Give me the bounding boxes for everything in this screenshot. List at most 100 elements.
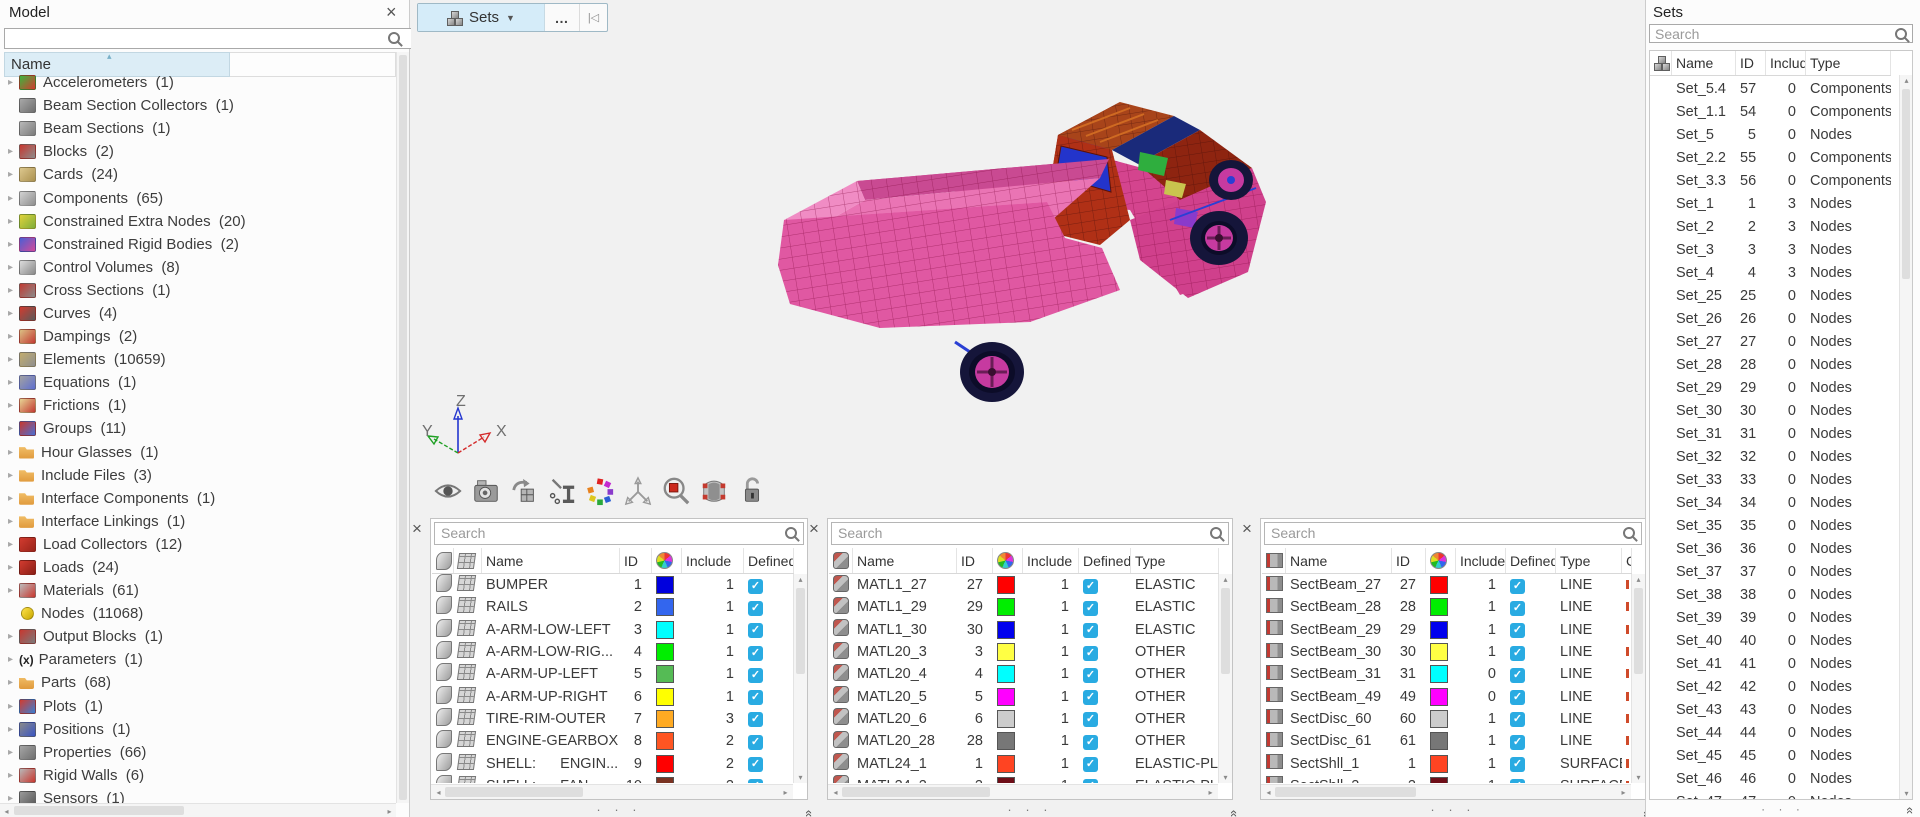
set-row[interactable]: Set_26260Nodes [1650, 307, 1891, 330]
set-row[interactable]: Set_31310Nodes [1650, 422, 1891, 445]
table-header[interactable]: NameIDIncludeDefined [432, 548, 794, 574]
checkbox-checked-icon[interactable]: ✓ [1083, 712, 1098, 727]
table-row[interactable]: SectBeam_27271✓LINE [1262, 574, 1632, 596]
expand-arrow-icon[interactable]: ▸ [2, 377, 19, 388]
expand-arrow-icon[interactable]: ▸ [2, 308, 19, 319]
expand-arrow-icon[interactable]: ▸ [2, 539, 19, 550]
set-row[interactable]: Set_38380Nodes [1650, 583, 1891, 606]
checkbox-checked-icon[interactable]: ✓ [1510, 646, 1525, 661]
model-search-input[interactable] [4, 28, 413, 49]
color-swatch[interactable] [1430, 643, 1448, 661]
table-vertical-scrollbar[interactable]: ▴▾ [1631, 574, 1645, 783]
set-row[interactable]: Set_3.3560Components [1650, 169, 1891, 192]
color-swatch[interactable] [656, 598, 674, 616]
expand-arrow-icon[interactable]: ▸ [2, 239, 19, 250]
zoom-select-icon[interactable] [661, 476, 691, 506]
tree-item-cards[interactable]: ▸Cards (24) [2, 163, 394, 186]
tree-item-frictions[interactable]: ▸Frictions (1) [2, 394, 394, 417]
set-row[interactable]: Set_28280Nodes [1650, 353, 1891, 376]
checkbox-checked-icon[interactable]: ✓ [1510, 779, 1525, 783]
color-swatch[interactable] [656, 688, 674, 706]
lock-icon[interactable] [737, 476, 767, 506]
table-row[interactable]: SectBeam_31310✓LINE [1262, 663, 1632, 685]
table-row[interactable]: A-ARM-LOW-LEFT31✓ [432, 619, 794, 641]
expand-arrow-icon[interactable]: ▸ [2, 193, 19, 204]
color-swatch[interactable] [1430, 777, 1448, 783]
table-row[interactable]: MATL1_29291✓ELASTIC [829, 596, 1219, 618]
checkbox-checked-icon[interactable]: ✓ [748, 646, 763, 661]
tree-item-accelerometers[interactable]: ▸Accelerometers (1) [2, 71, 394, 94]
sets-col-name[interactable]: Name [1672, 51, 1736, 75]
table-row[interactable]: SectBeam_28281✓LINE [1262, 596, 1632, 618]
set-row[interactable]: Set_223Nodes [1650, 215, 1891, 238]
sets-col-include[interactable]: Include [1766, 51, 1806, 75]
checkbox-checked-icon[interactable]: ✓ [1510, 601, 1525, 616]
checkbox-checked-icon[interactable]: ✓ [748, 735, 763, 750]
set-row[interactable]: Set_41410Nodes [1650, 652, 1891, 675]
expand-arrow-icon[interactable]: ▸ [2, 262, 19, 273]
collapse-panel-icon[interactable]: « [802, 810, 817, 817]
set-row[interactable]: Set_46460Nodes [1650, 767, 1891, 790]
checkbox-checked-icon[interactable]: ✓ [748, 757, 763, 772]
checkbox-checked-icon[interactable]: ✓ [1510, 668, 1525, 683]
camera-icon[interactable] [471, 476, 501, 506]
tree-item-properties[interactable]: ▸Properties (66) [2, 741, 394, 764]
checkbox-checked-icon[interactable]: ✓ [1510, 623, 1525, 638]
tree-item-parameters[interactable]: ▸(x)Parameters (1) [2, 648, 394, 671]
tree-item-plots[interactable]: ▸Plots (1) [2, 695, 394, 718]
set-row[interactable]: Set_47470Nodes [1650, 790, 1891, 799]
set-row[interactable]: Set_5.4570Components [1650, 77, 1891, 100]
color-swatch[interactable] [997, 688, 1015, 706]
color-swatch[interactable] [1430, 710, 1448, 728]
color-swatch[interactable] [997, 777, 1015, 783]
close-icon[interactable]: × [412, 519, 422, 539]
color-swatch[interactable] [997, 621, 1015, 639]
tree-item-interface-linkings[interactable]: ▸Interface Linkings (1) [2, 510, 394, 533]
set-row[interactable]: Set_333Nodes [1650, 238, 1891, 261]
tree-item-parts[interactable]: ▸Parts (68) [2, 671, 394, 694]
expand-arrow-icon[interactable]: ▸ [2, 423, 19, 434]
expand-arrow-icon[interactable]: ▸ [2, 770, 19, 781]
tree-item-loads[interactable]: ▸Loads (24) [2, 556, 394, 579]
expand-arrow-icon[interactable]: ▸ [2, 747, 19, 758]
table-header[interactable]: NameIDIncludeDefinedTypeC [1262, 548, 1632, 574]
panel-resize-dots[interactable]: · · · [431, 802, 807, 817]
table-row[interactable]: SectBeam_29291✓LINE [1262, 619, 1632, 641]
tree-item-load-collectors[interactable]: ▸Load Collectors (12) [2, 533, 394, 556]
tree-item-interface-components[interactable]: ▸Interface Components (1) [2, 487, 394, 510]
expand-arrow-icon[interactable]: ▸ [2, 493, 19, 504]
table-row[interactable]: SectBeam_49490✓LINE [1262, 685, 1632, 707]
checkbox-checked-icon[interactable]: ✓ [1083, 668, 1098, 683]
expand-arrow-icon[interactable]: ▸ [2, 331, 19, 342]
expand-arrow-icon[interactable]: ▸ [2, 677, 19, 688]
table-horizontal-scrollbar[interactable]: ◂▸ [828, 784, 1218, 799]
color-swatch[interactable] [1430, 732, 1448, 750]
expand-arrow-icon[interactable]: ▸ [2, 793, 19, 803]
checkbox-checked-icon[interactable]: ✓ [748, 712, 763, 727]
color-swatch[interactable] [1430, 576, 1448, 594]
panel-resize-dots[interactable]: · · · [1646, 802, 1920, 816]
tree-item-beam-section-collectors[interactable]: Beam Section Collectors (1) [2, 94, 394, 117]
table-horizontal-scrollbar[interactable]: ◂▸ [1261, 784, 1631, 799]
table-row[interactable]: SHELL: ENGIN...92✓ [432, 752, 794, 774]
set-row[interactable]: Set_2.2550Components [1650, 146, 1891, 169]
expand-arrow-icon[interactable]: ▸ [2, 701, 19, 712]
collapse-panel-icon[interactable]: « [1903, 807, 1918, 814]
set-row[interactable]: Set_443Nodes [1650, 261, 1891, 284]
color-swatch[interactable] [656, 732, 674, 750]
view-eye-icon[interactable] [433, 476, 463, 506]
collapse-panel-icon[interactable]: « [1227, 810, 1242, 817]
expand-arrow-icon[interactable]: ▸ [2, 470, 19, 481]
table-search-input[interactable]: Search [831, 522, 1229, 545]
table-row[interactable]: ENGINE-GEARBOX82✓ [432, 730, 794, 752]
checkbox-checked-icon[interactable]: ✓ [1083, 779, 1098, 783]
checkbox-checked-icon[interactable]: ✓ [1083, 735, 1098, 750]
tree-item-output-blocks[interactable]: ▸Output Blocks (1) [2, 625, 394, 648]
more-options-button[interactable]: … [544, 4, 579, 31]
expand-arrow-icon[interactable]: ▸ [2, 354, 19, 365]
table-row[interactable]: A-ARM-UP-RIGHT61✓ [432, 685, 794, 707]
tree-item-elements[interactable]: ▸Elements (10659) [2, 348, 394, 371]
table-row[interactable]: MATL20_331✓OTHER [829, 641, 1219, 663]
table-row[interactable]: A-ARM-UP-LEFT51✓ [432, 663, 794, 685]
table-row[interactable]: SectBeam_30301✓LINE [1262, 641, 1632, 663]
